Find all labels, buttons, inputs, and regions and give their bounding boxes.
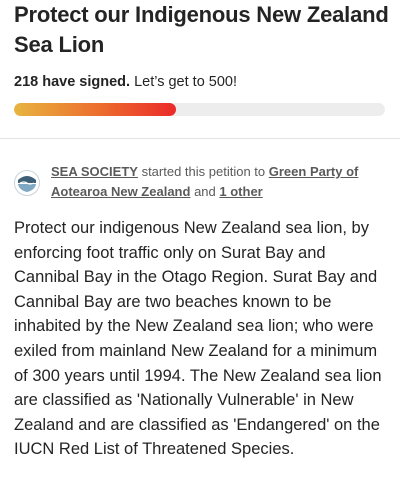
- petition-title: Protect our Indigenous New Zealand Sea L…: [14, 2, 389, 57]
- signature-goal-text: Let’s get to 500!: [134, 74, 238, 90]
- other-recipients-link[interactable]: 1 other: [219, 184, 262, 199]
- petition-description: Protect our indigenous New Zealand sea l…: [14, 219, 382, 459]
- signature-progress-fill: [14, 103, 176, 116]
- signature-count-text: 218 have signed.: [14, 74, 131, 90]
- signature-count: 218 have signed. Let’s get to 500!: [14, 72, 237, 92]
- sea-society-logo-icon[interactable]: [14, 170, 40, 196]
- section-divider: [0, 138, 400, 139]
- started-petition-text: started this petition to: [141, 164, 266, 179]
- and-text: and: [194, 184, 216, 199]
- petition-starter-line: SEA SOCIETY started this petition to Gre…: [51, 162, 381, 202]
- starter-organization-link[interactable]: SEA SOCIETY: [51, 164, 138, 179]
- signature-progress-bar: [14, 103, 385, 116]
